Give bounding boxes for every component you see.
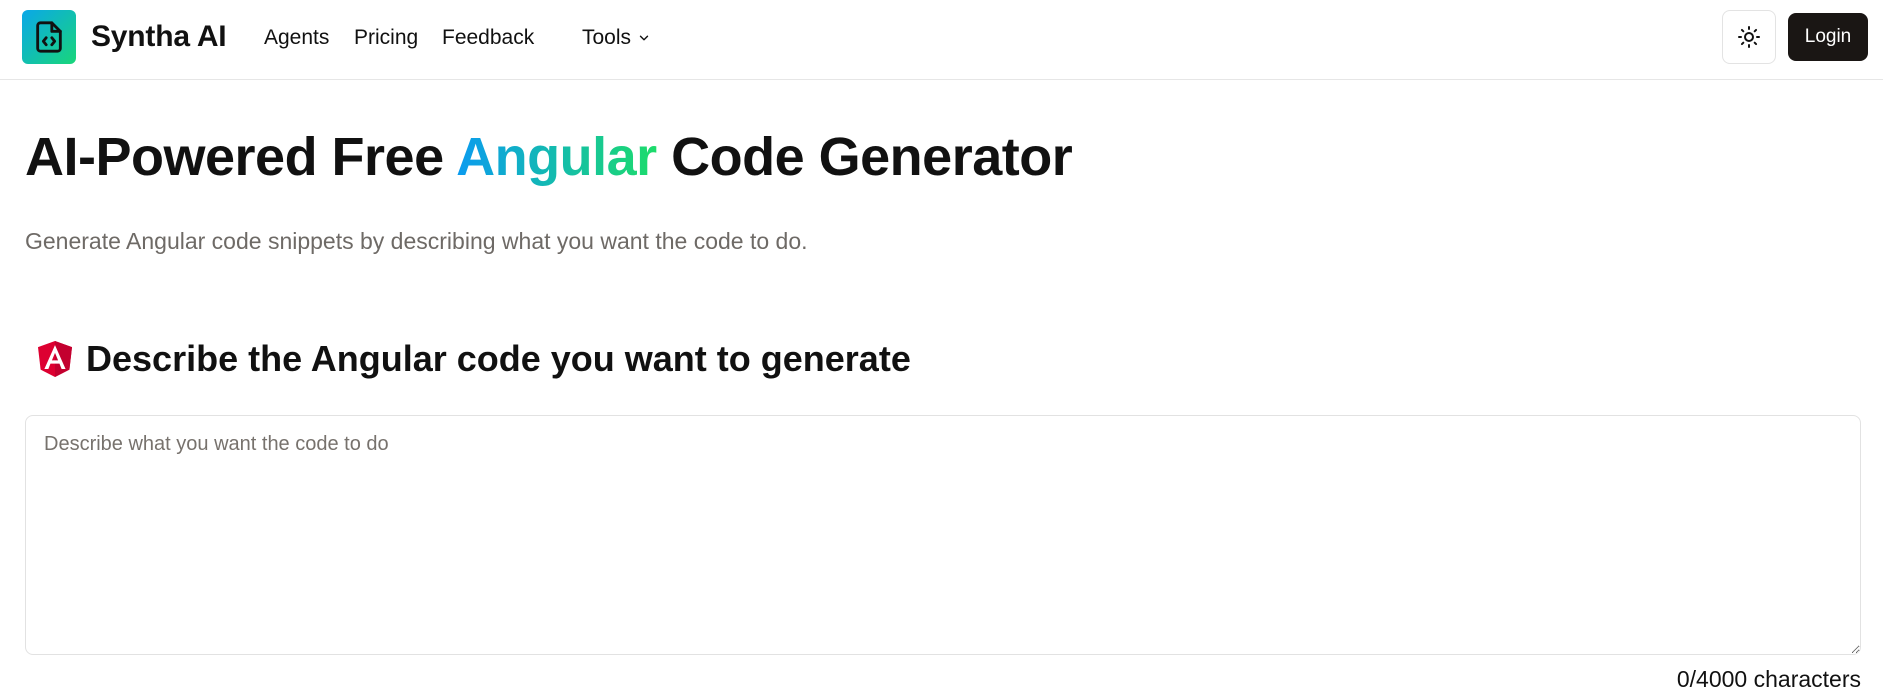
logo[interactable] [22, 10, 76, 64]
nav-tools-label: Tools [582, 26, 632, 49]
character-counter: 0/4000 characters [1676, 666, 1861, 692]
top-navigation-bar: Syntha AI Agents Pricing Feedback Tools … [0, 0, 1883, 80]
chevron-down-icon [639, 35, 649, 41]
brand-name[interactable]: Syntha AI [91, 20, 227, 54]
nav-agents-link[interactable]: Agents [264, 26, 329, 50]
nav-feedback-link[interactable]: Feedback [442, 26, 534, 50]
angular-icon [38, 341, 72, 377]
nav-tools-dropdown[interactable]: Tools [582, 26, 651, 50]
page-subtitle: Generate Angular code snippets by descri… [25, 228, 808, 254]
nav-pricing-link[interactable]: Pricing [354, 26, 418, 50]
page-title-accent: Angular [456, 127, 657, 187]
login-button[interactable]: Login [1788, 13, 1868, 61]
page-title: AI-Powered Free Angular Code Generator [25, 126, 1073, 188]
page-title-prefix: AI-Powered Free [25, 127, 457, 187]
sun-icon [1738, 26, 1760, 48]
theme-toggle-button[interactable] [1722, 10, 1776, 64]
file-code-icon [36, 21, 62, 53]
page-title-suffix: Code Generator [656, 127, 1073, 187]
prompt-section-title: Describe the Angular code you want to ge… [86, 338, 911, 379]
prompt-section-header: Describe the Angular code you want to ge… [38, 338, 911, 380]
code-description-input[interactable] [25, 415, 1861, 655]
